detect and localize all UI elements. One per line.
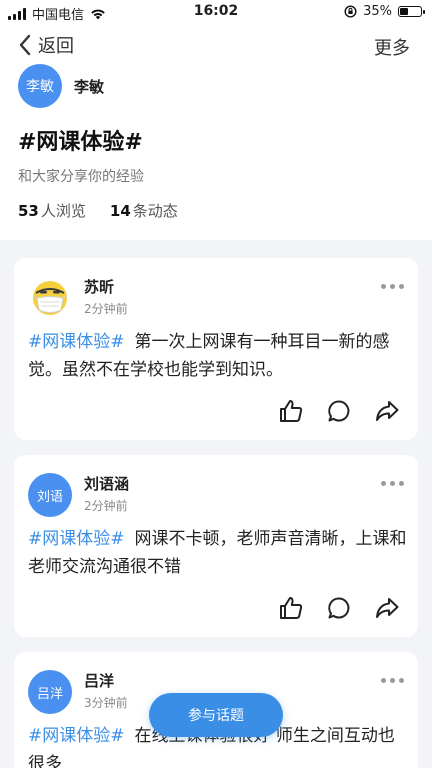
posts-stat: 14 条动态 <box>110 200 178 221</box>
more-options-icon[interactable] <box>381 284 404 289</box>
status-bar: 中国电信 16:02 35% <box>0 0 432 24</box>
post-author-name[interactable]: 吕洋 <box>84 670 114 691</box>
post-time: 3分钟前 <box>84 696 128 710</box>
nav-bar: 返回 更多 <box>0 28 432 62</box>
more-options-icon[interactable] <box>381 678 404 683</box>
post-actions <box>278 595 400 621</box>
author-name: 李敏 <box>74 77 105 96</box>
post-author-name[interactable]: 苏昕 <box>84 276 114 297</box>
share-icon[interactable] <box>374 398 400 424</box>
battery-icon <box>398 6 425 17</box>
post-avatar[interactable]: 吕洋 <box>28 670 72 714</box>
topic-subtitle: 和大家分享你的经验 <box>18 169 144 185</box>
posts-count: 14 <box>109 202 131 220</box>
comment-icon[interactable] <box>326 398 352 424</box>
orientation-lock-icon <box>344 5 357 18</box>
back-button[interactable]: 返回 <box>18 32 74 58</box>
post-content: #网课体验# 网课不卡顿，老师声音清晰，上课和老师交流沟通很不错 <box>28 525 408 581</box>
battery-percent: 35% <box>363 4 392 19</box>
post-content: #网课体验# 第一次上网课有一种耳目一新的感觉。虽然不在学校也能学到知识。 <box>28 328 408 384</box>
topic-author[interactable]: 李敏 李敏 <box>18 64 104 108</box>
more-options-icon[interactable] <box>381 481 404 486</box>
post-author-name[interactable]: 刘语涵 <box>84 473 129 494</box>
back-label: 返回 <box>38 36 74 57</box>
status-right: 35% <box>344 4 425 19</box>
author-avatar[interactable]: 李敏 <box>18 64 62 108</box>
views-label: 人浏览 <box>40 202 86 220</box>
like-icon[interactable] <box>278 595 304 621</box>
more-button[interactable]: 更多 <box>374 34 410 60</box>
comment-icon[interactable] <box>326 595 352 621</box>
post-card[interactable]: 刘语 刘语涵 2分钟前 #网课体验# 网课不卡顿，老师声音清晰，上课和老师交流沟通… <box>14 455 418 637</box>
share-icon[interactable] <box>374 595 400 621</box>
posts-label: 条动态 <box>132 202 178 220</box>
views-count: 53 <box>18 202 39 220</box>
post-avatar[interactable]: 刘语 <box>28 473 72 517</box>
post-card[interactable]: 苏昕 2分钟前 #网课体验# 第一次上网课有一种耳目一新的感觉。虽然不在学校也能学… <box>14 258 418 440</box>
post-time: 2分钟前 <box>84 499 128 513</box>
chevron-left-icon <box>19 34 31 56</box>
join-topic-button[interactable]: 参与话题 <box>149 693 283 737</box>
views-stat: 53 人浏览 <box>18 200 86 221</box>
post-actions <box>278 398 400 424</box>
post-hashtag[interactable]: #网课体验# <box>28 726 125 746</box>
post-hashtag[interactable]: #网课体验# <box>28 332 125 352</box>
topic-title: #网课体验# <box>18 130 143 155</box>
topic-stats: 53 人浏览 14 条动态 <box>18 200 178 221</box>
mask-face-emoji-icon[interactable] <box>28 276 72 320</box>
post-time: 2分钟前 <box>84 302 128 316</box>
post-hashtag[interactable]: #网课体验# <box>28 529 125 549</box>
like-icon[interactable] <box>278 398 304 424</box>
